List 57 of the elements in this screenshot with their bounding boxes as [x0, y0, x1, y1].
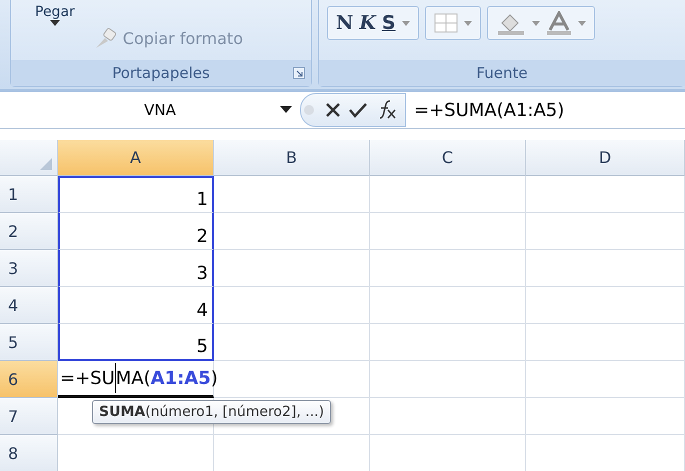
column-header[interactable]: D: [526, 140, 685, 176]
table-cell[interactable]: [370, 361, 526, 398]
table-cell[interactable]: 5: [58, 324, 214, 361]
row-header[interactable]: 2: [0, 213, 58, 250]
table-cell[interactable]: [214, 287, 370, 324]
table-cell[interactable]: 1: [58, 176, 214, 213]
table-cell[interactable]: 2: [58, 213, 214, 250]
table-cell[interactable]: [370, 213, 526, 250]
row-header[interactable]: 5: [0, 324, 58, 361]
dropdown-icon[interactable]: [532, 20, 540, 26]
caret-icon[interactable]: [50, 20, 60, 26]
formula-field[interactable]: =+SUMA(A1:A5): [406, 100, 564, 120]
dropdown-icon[interactable]: [578, 20, 586, 26]
dialog-launcher-icon[interactable]: [293, 67, 305, 79]
table-cell[interactable]: [214, 176, 370, 213]
row-header[interactable]: 6: [0, 361, 58, 398]
enter-icon[interactable]: [349, 102, 367, 118]
dropdown-icon[interactable]: [402, 20, 410, 26]
function-tooltip: SUMA(número1, [número2], ...): [92, 400, 332, 424]
borders-icon[interactable]: [434, 13, 458, 33]
font-color-icon[interactable]: [546, 11, 572, 35]
table-cell[interactable]: [214, 250, 370, 287]
table-cell[interactable]: [370, 287, 526, 324]
table-cell[interactable]: [526, 361, 685, 398]
table-cell[interactable]: [370, 250, 526, 287]
bold-button[interactable]: N: [336, 12, 354, 34]
column-header[interactable]: A: [58, 140, 214, 176]
table-cell[interactable]: [526, 324, 685, 361]
table-cell[interactable]: [214, 361, 370, 398]
underline-button[interactable]: S: [382, 12, 396, 34]
dropdown-icon[interactable]: [464, 20, 472, 26]
table-cell[interactable]: [526, 213, 685, 250]
row-header[interactable]: 7: [0, 398, 58, 435]
name-box[interactable]: VNA: [0, 92, 300, 128]
table-cell[interactable]: [370, 398, 526, 435]
italic-button[interactable]: K: [359, 12, 376, 34]
group-label: Portapapeles: [112, 64, 210, 82]
table-cell[interactable]: [526, 250, 685, 287]
table-cell[interactable]: [526, 176, 685, 213]
row-header[interactable]: 8: [0, 435, 58, 471]
table-cell[interactable]: [214, 213, 370, 250]
column-header[interactable]: C: [370, 140, 526, 176]
group-label: Fuente: [476, 64, 528, 82]
table-cell[interactable]: 4: [58, 287, 214, 324]
cancel-icon[interactable]: [325, 102, 341, 118]
column-header[interactable]: B: [214, 140, 370, 176]
paste-button[interactable]: Pegar: [19, 4, 85, 26]
row-header[interactable]: 1: [0, 176, 58, 213]
table-cell[interactable]: [370, 324, 526, 361]
expand-icon[interactable]: [301, 102, 317, 118]
table-cell[interactable]: [526, 398, 685, 435]
table-cell[interactable]: [526, 287, 685, 324]
row-header[interactable]: 3: [0, 250, 58, 287]
table-cell[interactable]: [214, 324, 370, 361]
table-cell[interactable]: [370, 176, 526, 213]
table-cell[interactable]: 3: [58, 250, 214, 287]
row-header[interactable]: 4: [0, 287, 58, 324]
